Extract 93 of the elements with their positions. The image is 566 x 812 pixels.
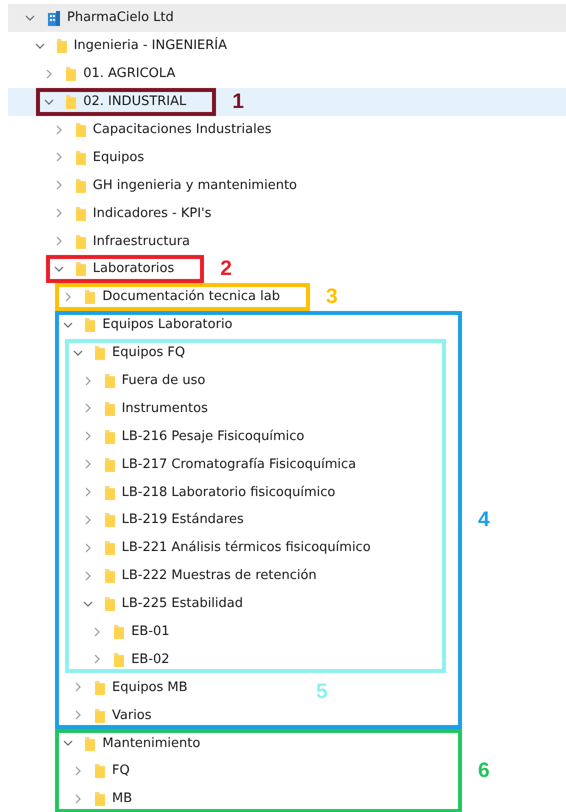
tree-item[interactable]: Laboratorios (52, 261, 174, 276)
chevron-icon[interactable] (92, 654, 102, 664)
chevron-icon[interactable] (82, 542, 93, 553)
folder-icon (76, 178, 86, 193)
tree-item[interactable]: LB-218 Laboratorio fisicoquímico (82, 484, 336, 500)
tree-item[interactable]: 02. INDUSTRIAL (43, 94, 186, 110)
tree-item[interactable]: Mantenimiento (62, 736, 200, 751)
tree-item[interactable]: Equipos (52, 150, 144, 165)
tree-item[interactable]: MB (72, 791, 132, 806)
tree-item[interactable]: Instrumentos (82, 400, 208, 416)
folder-icon (85, 317, 96, 332)
tree-item[interactable]: GH ingenieria y mantenimiento (52, 178, 297, 193)
tree-item[interactable]: Fuera de uso (82, 373, 206, 388)
tree-item[interactable]: 01. AGRICOLA (43, 66, 176, 82)
tree-item[interactable]: Indicadores - KPI's (52, 206, 212, 221)
annotation-number: 2 (220, 256, 232, 282)
tree-item[interactable]: LB-225 Estabilidad (82, 596, 243, 612)
chevron-icon[interactable] (92, 626, 102, 637)
chevron-icon[interactable] (82, 514, 93, 525)
tree-item[interactable]: Ingenieria - INGENIERÍA (34, 38, 228, 54)
folder-icon (104, 400, 115, 416)
chevron-icon[interactable] (54, 180, 64, 190)
chevron-icon[interactable] (73, 348, 83, 358)
chevron-icon[interactable] (73, 766, 83, 776)
chevron-icon[interactable] (63, 320, 74, 330)
chevron-icon[interactable] (73, 710, 83, 720)
tree-item[interactable]: Equipos Laboratorio (62, 317, 233, 332)
tree-item[interactable]: Documentación tecnica lab (62, 289, 280, 304)
annotation-number: 6 (478, 758, 490, 784)
folder-icon (95, 680, 105, 695)
folder-icon (104, 484, 115, 500)
tree-item[interactable]: EB-02 (91, 652, 170, 667)
chevron-icon[interactable] (82, 403, 93, 414)
folder-icon (95, 345, 105, 360)
chevron-icon[interactable] (54, 124, 64, 134)
chevron-icon[interactable] (44, 96, 54, 107)
tree-item[interactable]: Equipos FQ (72, 345, 186, 360)
tree-item[interactable]: LB-217 Cromatografía Fisicoquímica (82, 456, 356, 472)
folder-icon (95, 791, 105, 806)
annotation-number: 5 (316, 679, 328, 706)
folder-icon (95, 763, 105, 778)
folder-icon (104, 568, 115, 584)
folder-icon (76, 206, 86, 221)
folder-icon (104, 540, 115, 556)
folder-icon (104, 456, 115, 472)
chevron-icon[interactable] (54, 152, 64, 162)
tree-item[interactable]: LB-216 Pesaje Fisicoquímico (82, 428, 304, 444)
tree-item[interactable]: LB-221 Análisis térmicos fisicoquímico (82, 540, 371, 556)
chevron-icon[interactable] (63, 738, 74, 748)
tree-item[interactable]: EB-01 (91, 624, 170, 640)
chevron-icon[interactable] (54, 208, 64, 218)
building-icon (47, 10, 61, 26)
folder-icon (76, 122, 86, 137)
folder-icon (95, 708, 105, 723)
folder-icon (56, 38, 67, 54)
folder-icon (66, 94, 76, 110)
folder-icon (104, 596, 115, 612)
tree-item[interactable]: FQ (72, 763, 130, 778)
chevron-icon[interactable] (54, 264, 64, 274)
tree-item[interactable]: Infraestructura (52, 234, 190, 249)
folder-icon (85, 736, 96, 751)
annotation-number: 1 (232, 88, 244, 115)
chevron-icon[interactable] (25, 12, 35, 23)
folder-icon (104, 373, 115, 388)
chevron-icon[interactable] (54, 236, 64, 246)
chevron-icon[interactable] (73, 794, 83, 804)
folder-icon (76, 150, 86, 165)
folder-icon (85, 289, 96, 304)
tree-item[interactable]: LB-219 Estándares (82, 512, 244, 528)
folder-icon (104, 428, 115, 444)
folder-icon (114, 652, 124, 667)
tree-item[interactable]: Capacitaciones Industriales (52, 122, 272, 137)
folder-icon (76, 234, 86, 249)
chevron-icon[interactable] (73, 682, 83, 692)
annotation-number: 4 (478, 506, 490, 533)
chevron-icon[interactable] (82, 487, 93, 498)
tree-item[interactable]: Equipos MB (72, 680, 188, 695)
folder-icon (76, 261, 86, 276)
chevron-icon[interactable] (44, 68, 54, 79)
chevron-icon[interactable] (82, 431, 93, 442)
chevron-icon[interactable] (82, 459, 93, 470)
folder-icon (66, 66, 76, 82)
chevron-icon[interactable] (63, 292, 74, 302)
tree-item[interactable]: Varios (72, 708, 152, 723)
chevron-icon[interactable] (82, 570, 93, 581)
tree-item[interactable]: PharmaCielo Ltd (24, 10, 174, 26)
folder-icon (114, 624, 124, 640)
tree-item[interactable]: LB-222 Muestras de retención (82, 568, 317, 584)
chevron-icon[interactable] (82, 376, 93, 386)
chevron-icon[interactable] (82, 598, 93, 609)
annotation-number: 3 (326, 284, 338, 310)
chevron-icon[interactable] (34, 40, 45, 51)
folder-icon (104, 512, 115, 528)
